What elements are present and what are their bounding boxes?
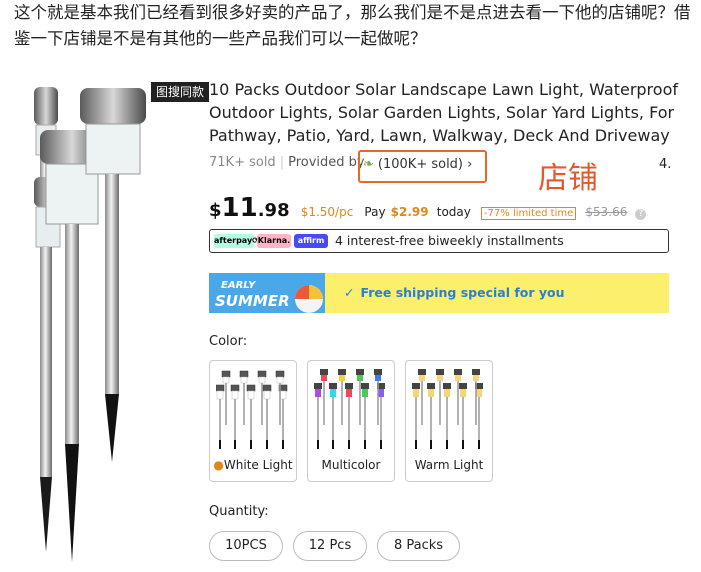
price-row: $11.98 $1.50/pc Pay $2.99 today -77% lim… <box>209 193 647 223</box>
chevron-right-icon: › <box>467 157 473 172</box>
store-link[interactable]: ❧ (100K+ sold) › <box>363 157 472 172</box>
store-logo-icon: ❧ <box>363 157 374 172</box>
pay-today: today <box>436 205 471 219</box>
store-rating: 4. <box>659 157 672 172</box>
solar-lights-illustration <box>34 87 146 562</box>
swatch-label: ●White Light <box>213 458 293 472</box>
image-search-badge[interactable]: 图搜同款 <box>151 82 210 102</box>
white-light-thumbnail <box>216 370 288 449</box>
discount-badge: -77% limited time <box>480 207 577 220</box>
pay-amount: $2.99 <box>390 205 429 219</box>
shipping-banner: EARLY SUMMER ✓ Free shipping special for … <box>209 273 669 313</box>
early-summer-badge: EARLY SUMMER <box>209 273 325 313</box>
free-shipping-label: Free shipping special for you <box>360 285 565 300</box>
store-annotation-label: 店铺 <box>538 161 598 196</box>
original-price: $53.66 <box>585 205 628 219</box>
quantity-option-12pcs[interactable]: 12 Pcs <box>293 531 367 561</box>
affirm-logo: affirm <box>294 234 328 248</box>
warm-light-thumbnail <box>412 369 483 449</box>
color-option-white-light[interactable]: ●White Light <box>209 360 297 482</box>
color-option-multicolor[interactable]: Multicolor <box>307 360 395 482</box>
price-currency: $ <box>209 200 222 221</box>
swatch-label: Multicolor <box>321 458 381 472</box>
product-image[interactable] <box>34 82 152 572</box>
banner-line2: SUMMER <box>215 292 290 310</box>
banner-line1: EARLY <box>221 280 257 291</box>
price-whole: 11 <box>221 193 258 223</box>
installments-bar[interactable]: afterpay⟳ Klarna. affirm 4 interest-free… <box>209 229 669 253</box>
pay-label: Pay <box>364 205 386 219</box>
price-cents: .98 <box>257 200 290 221</box>
sold-count: 71K+ sold <box>209 155 276 170</box>
color-option-warm-light[interactable]: Warm Light <box>405 360 493 482</box>
info-icon[interactable]: ? <box>635 209 647 220</box>
provided-by-label: Provided by <box>288 155 365 170</box>
quantity-option-10pcs[interactable]: 10PCS <box>209 531 283 561</box>
afterpay-logo: afterpay⟳ <box>214 234 259 248</box>
quantity-option-8packs[interactable]: 8 Packs <box>377 531 460 561</box>
store-sold-count: (100K+ sold) <box>377 157 464 172</box>
swatch-label: Warm Light <box>414 458 484 472</box>
quantity-label: Quantity: <box>209 504 269 519</box>
klarna-logo: Klarna. <box>257 234 291 248</box>
product-title: 10 Packs Outdoor Solar Landscape Lawn Li… <box>209 80 678 145</box>
installments-text: 4 interest-free biweekly installments <box>335 233 564 248</box>
check-icon: ✓ <box>344 285 355 300</box>
product-meta: 71K+ sold | Provided by <box>209 155 365 170</box>
color-label: Color: <box>209 334 248 349</box>
multicolor-thumbnail <box>314 369 385 449</box>
free-shipping-text: ✓ Free shipping special for you <box>344 285 565 300</box>
flame-icon: ● <box>213 458 224 472</box>
intro-paragraph: 这个就是基本我们已经看到很多好卖的产品了，那么我们是不是点进去看一下他的店铺呢？… <box>14 3 691 48</box>
unit-price: $1.50/pc <box>300 205 354 219</box>
